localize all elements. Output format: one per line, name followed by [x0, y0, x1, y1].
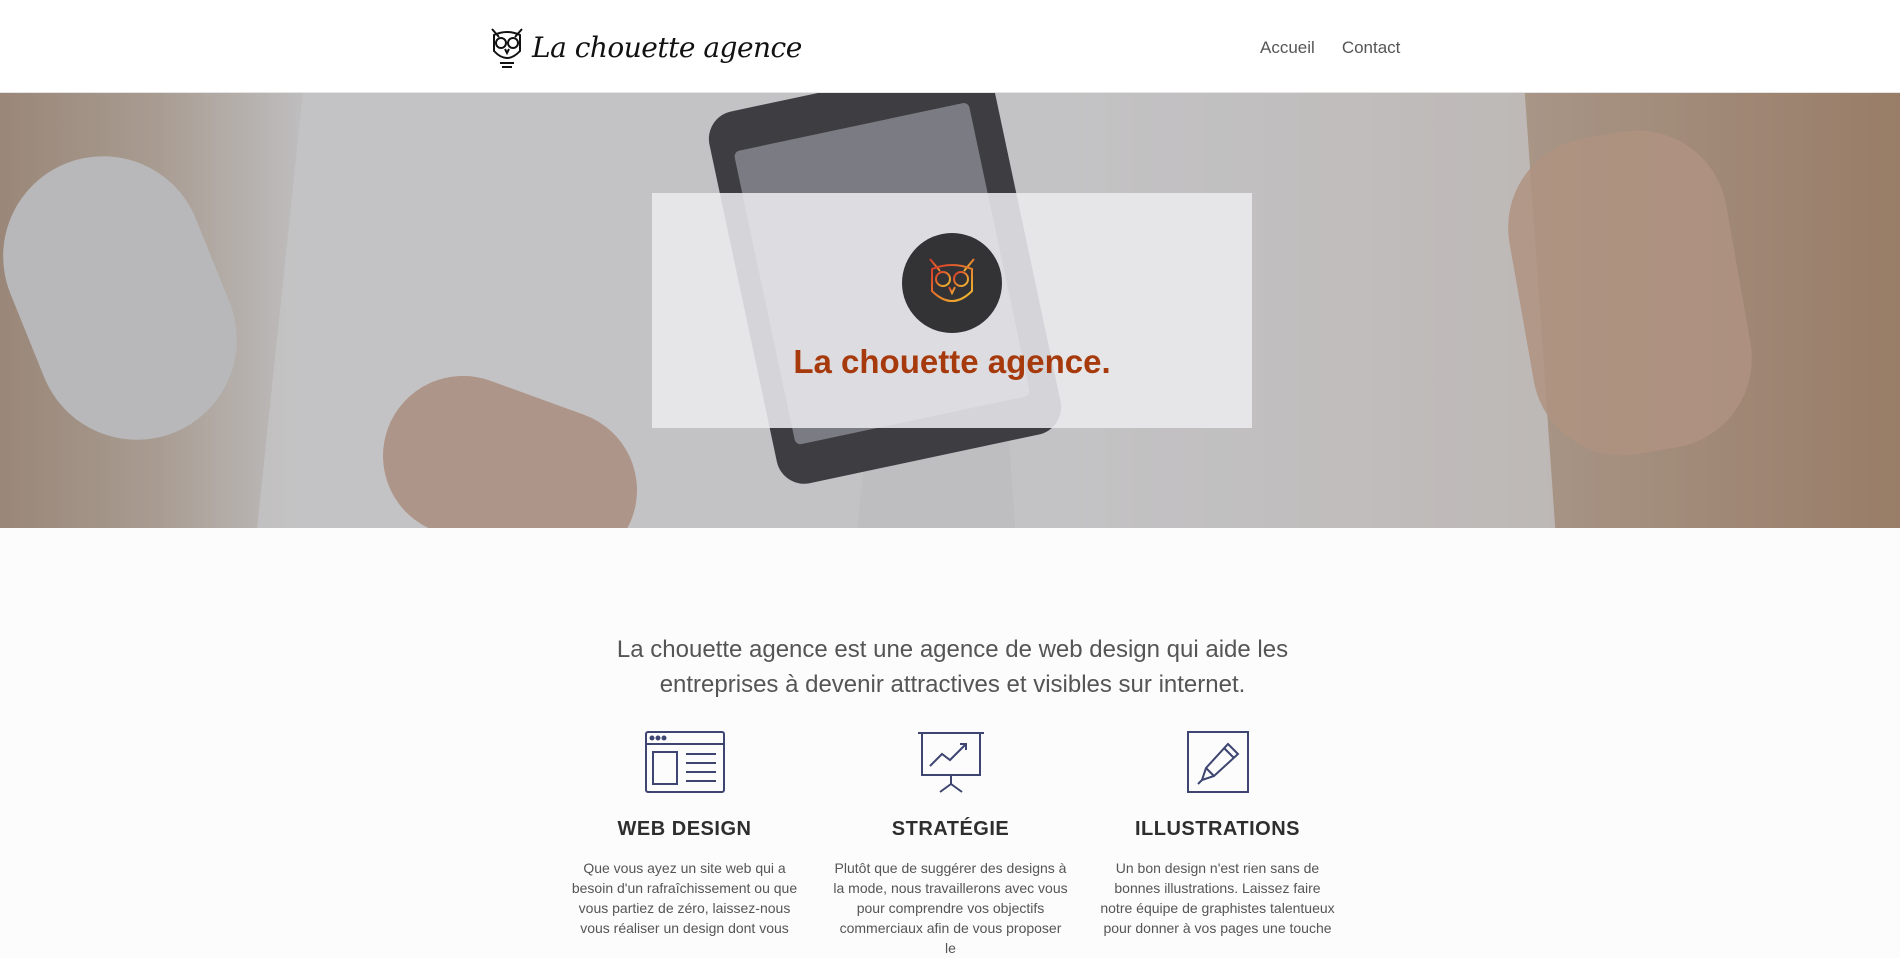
nav-link-contact[interactable]: Contact: [1342, 38, 1401, 58]
service-text: Que vous ayez un site web qui a besoin d…: [571, 860, 798, 936]
web-layout-icon: [644, 731, 725, 793]
service-title: ILLUSTRATIONS: [1134, 818, 1300, 840]
service-title: STRATÉGIE: [891, 818, 1010, 840]
service-text: Plutôt que de suggérer des designs à la …: [833, 860, 1068, 956]
owl-logo-icon: [491, 28, 523, 68]
owl-gradient-icon: [929, 258, 975, 308]
service-title: WEB DESIGN: [617, 818, 752, 840]
brand-link[interactable]: La chouette agence: [488, 24, 802, 70]
nav-link-accueil[interactable]: Accueil: [1260, 38, 1315, 58]
hero-logo: [902, 233, 1002, 333]
service-strategie: STRATÉGIE Plutôt que de suggérer des des…: [833, 730, 1068, 956]
service-text: Un bon design n'est rien sans de bonnes …: [1100, 860, 1335, 936]
service-web-design: WEB DESIGN Que vous ayez un site web qui…: [567, 730, 802, 936]
hero-title: La chouette agence.: [793, 343, 1111, 380]
presentation-chart-icon: [917, 732, 984, 793]
site-header: La chouette agence Accueil Contact: [0, 0, 1900, 93]
main-nav: Accueil Contact: [1260, 38, 1400, 58]
intro-text: La chouette agence est une agence de web…: [616, 636, 1289, 698]
hero-banner: La chouette agence.: [0, 93, 1900, 528]
service-illustrations: ILLUSTRATIONS Un bon design n'est rien s…: [1100, 730, 1335, 936]
pencil-icon: [1186, 731, 1249, 793]
hero-card: La chouette agence.: [652, 193, 1252, 428]
brand-name: La chouette agence: [532, 30, 802, 64]
